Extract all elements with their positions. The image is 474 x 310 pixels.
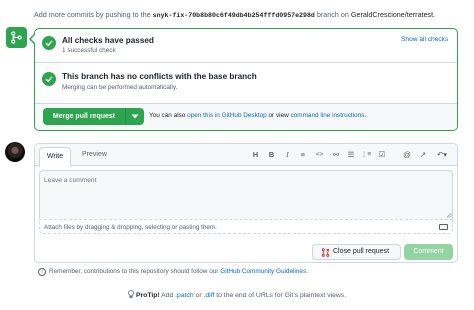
attach-files-text: Attach files by dragging & dropping, sel… — [44, 224, 217, 231]
merge-pull-request-button[interactable]: Merge pull request — [43, 108, 125, 125]
markdown-icon — [439, 224, 448, 230]
merge-method-dropdown[interactable] — [125, 108, 144, 125]
branch-name: snyk-fix-70b8b80c6f49db4b254fffd0957e298… — [152, 12, 315, 19]
community-guidelines-link[interactable]: GitHub Community Guidelines — [220, 268, 306, 275]
comment-placeholder: Leave a comment — [44, 177, 97, 184]
tab-write[interactable]: Write — [39, 147, 71, 167]
checks-title: All checks have passed — [62, 36, 154, 45]
guidelines-notice: Remember, contributions to this reposito… — [49, 268, 308, 275]
unordered-list-icon[interactable]: ☰ — [346, 149, 356, 160]
link-icon[interactable]: ⚯ — [331, 149, 341, 160]
comment-textarea[interactable] — [39, 170, 453, 219]
checks-subtitle: 1 successful check — [62, 47, 116, 54]
push-hint-text: Add more commits by pushing to the — [34, 10, 153, 19]
push-hint-middle: branch on — [314, 10, 351, 19]
avatar[interactable] — [5, 142, 25, 162]
show-all-checks-link[interactable]: Show all checks — [401, 36, 448, 43]
git-merge-icon — [11, 31, 22, 44]
conflicts-subtitle: Merging can be performed automatically. — [62, 84, 178, 91]
close-pull-request-button[interactable]: Close pull request — [312, 244, 401, 260]
quote-icon[interactable]: ≡ — [298, 149, 308, 160]
merge-box-divider — [35, 62, 457, 63]
git-merge-badge — [6, 27, 27, 48]
close-pull-request-label: Close pull request — [333, 248, 390, 255]
pull-request-closed-icon — [321, 248, 330, 257]
heading-icon[interactable]: H — [251, 149, 260, 160]
diff-link[interactable]: .diff — [204, 292, 215, 299]
resize-handle-icon[interactable] — [446, 212, 452, 218]
code-icon[interactable]: <> — [313, 149, 326, 160]
italic-icon[interactable]: I — [283, 149, 292, 160]
no-conflicts-icon — [42, 72, 56, 86]
info-icon: i — [38, 268, 46, 276]
protip-label: ProTip! — [136, 292, 160, 299]
push-hint: Add more commits by pushing to the snyk-… — [34, 10, 436, 19]
task-list-icon[interactable]: ☑ — [377, 149, 387, 160]
undo-icon[interactable]: ↶▾ — [434, 149, 450, 160]
patch-link[interactable]: .patch — [175, 292, 194, 299]
conflicts-title: This branch has no conflicts with the ba… — [62, 72, 257, 81]
command-line-instructions-link[interactable]: command line instructions — [291, 112, 365, 119]
bold-icon[interactable]: B — [267, 149, 276, 160]
tab-preview[interactable]: Preview — [82, 151, 107, 158]
mention-icon[interactable]: @ — [402, 149, 412, 160]
comment-button[interactable]: Comment — [404, 244, 453, 260]
open-in-desktop-link[interactable]: open this in GitHub Desktop — [187, 112, 267, 119]
merge-alternatives-hint: You can also open this in GitHub Desktop… — [149, 112, 367, 119]
chevron-down-icon — [131, 114, 139, 119]
reference-icon[interactable]: ↗ — [418, 149, 428, 160]
light-bulb-icon — [128, 290, 134, 298]
ordered-list-icon[interactable]: ⋮≡ — [360, 149, 372, 160]
protip: ProTip! Add .patch or .diff to the end o… — [128, 290, 346, 299]
repo-name: GeraldCrescione/terratest — [350, 10, 434, 19]
checks-passed-icon — [42, 36, 56, 50]
